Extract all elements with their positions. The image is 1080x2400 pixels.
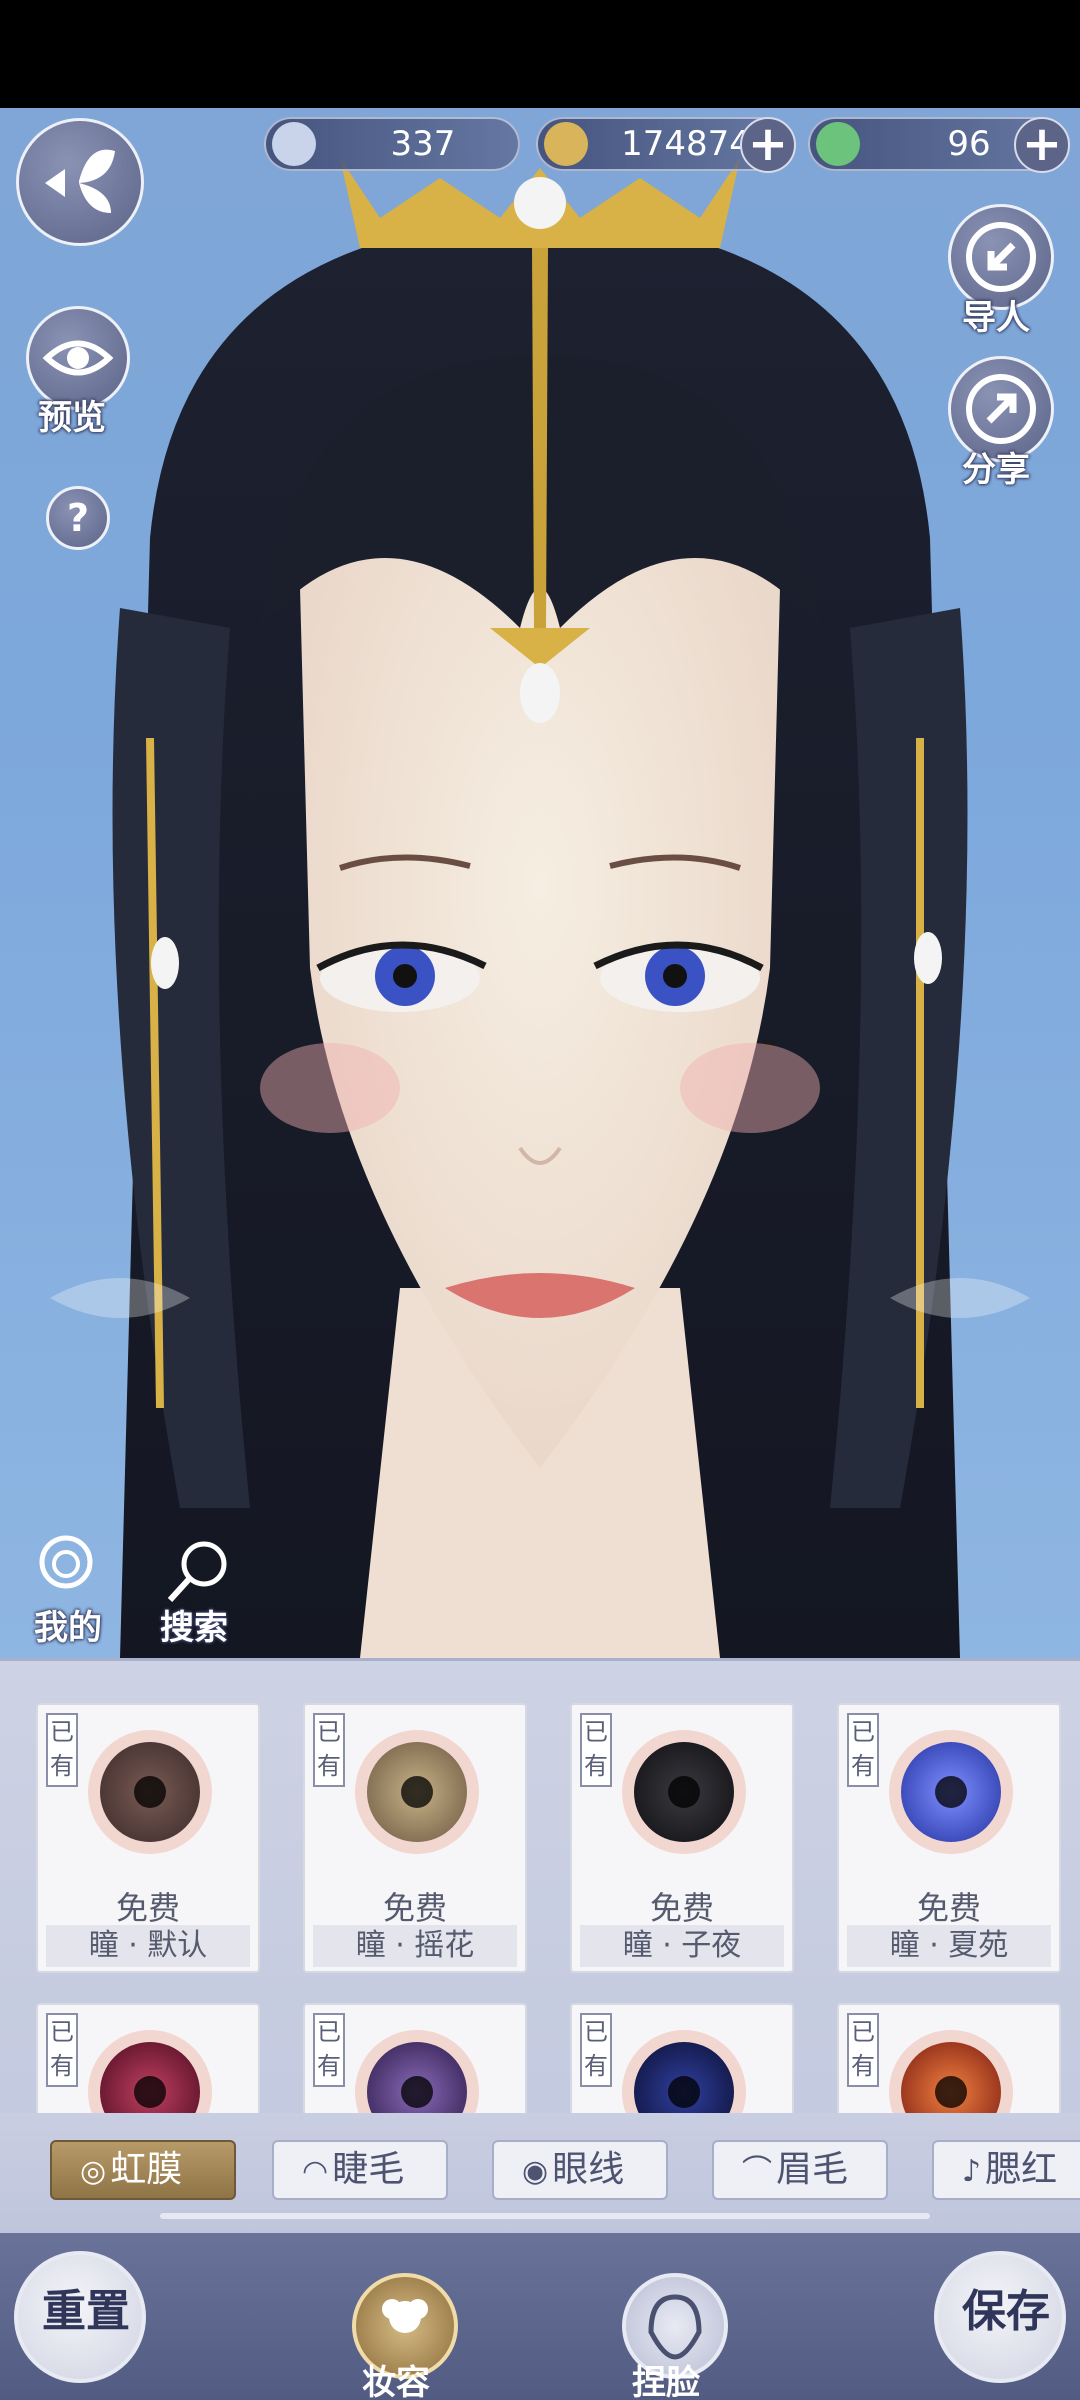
save-label: 保存	[962, 2286, 1050, 2337]
add-jade-button[interactable]: +	[1014, 117, 1070, 173]
owned-tag: 已有	[847, 2013, 879, 2087]
item-name: 瞳 · 默认	[46, 1925, 250, 1967]
item-price: 免费	[916, 1889, 981, 1927]
bottom-bar: 重置 妆容 捏脸 保存	[0, 2233, 1080, 2400]
butterfly-back-icon	[45, 149, 115, 213]
eyebrow-icon: ⌒	[742, 2154, 772, 2189]
item-card[interactable]: 已有 免费 瞳 · 子夜	[570, 1703, 794, 1973]
item-price: 免费	[649, 1889, 714, 1927]
item-card[interactable]: 已有 免费 瞳 · 摇花	[303, 1703, 527, 1973]
silver-coin-icon	[272, 122, 316, 166]
jade-token-icon	[816, 122, 860, 166]
item-name: 瞳 · 子夜	[580, 1925, 784, 1967]
item-card[interactable]: 已有	[36, 2003, 260, 2154]
item-price: 免费	[115, 1889, 180, 1927]
owned-tag: 已有	[46, 2013, 78, 2087]
owned-tag: 已有	[313, 2013, 345, 2087]
character-portrait	[50, 158, 1030, 1658]
eyelash-icon: ◠	[302, 2154, 329, 2189]
item-price: 免费	[382, 1889, 447, 1927]
avatar-icon	[39, 1535, 93, 1589]
owned-tag: 已有	[313, 1713, 345, 1787]
tabs-scrollbar[interactable]	[160, 2213, 930, 2219]
character-scene[interactable]	[0, 108, 1080, 1658]
preview-label: 预览	[38, 398, 106, 438]
item-card[interactable]: 已有 免费 瞳 · 默认	[36, 1703, 260, 1973]
tab-iris[interactable]: ◎ 虹膜	[50, 2140, 236, 2200]
search-icon	[167, 1541, 227, 1603]
share-label: 分享	[962, 450, 1030, 490]
my-presets-label: 我的	[34, 1608, 102, 1648]
iris-icon: ◎	[80, 2154, 107, 2189]
silver-value: 337	[390, 124, 456, 164]
my-presets-button[interactable]	[34, 1532, 98, 1596]
item-card[interactable]: 已有	[303, 2003, 527, 2154]
makeup-label: 妆容	[362, 2363, 430, 2400]
reset-label: 重置	[42, 2286, 130, 2337]
copper-coin-icon	[544, 122, 588, 166]
add-copper-button[interactable]: +	[740, 117, 796, 173]
eyeliner-icon: ◉	[522, 2154, 549, 2189]
item-card[interactable]: 已有	[570, 2003, 794, 2154]
iris-preview	[889, 1730, 1013, 1854]
iris-preview	[88, 1730, 212, 1854]
item-name: 瞳 · 摇花	[313, 1925, 517, 1967]
owned-tag: 已有	[46, 1713, 78, 1787]
tab-blush[interactable]: ♪ 腮红	[932, 2140, 1080, 2200]
category-tabs: ◎ 虹膜 ◠ 睫毛 ◉ 眼线 ⌒ 眉毛 ♪ 腮红	[0, 2113, 1080, 2233]
item-card[interactable]: 已有	[837, 2003, 1061, 2154]
search-button[interactable]	[162, 1536, 232, 1606]
item-card[interactable]: 已有 免费 瞳 · 夏苑	[837, 1703, 1061, 1973]
iris-preview	[622, 1730, 746, 1854]
import-label: 导人	[962, 298, 1030, 338]
search-label: 搜索	[160, 1608, 228, 1648]
owned-tag: 已有	[580, 1713, 612, 1787]
tab-eyeliner[interactable]: ◉ 眼线	[492, 2140, 668, 2200]
tab-eyelash[interactable]: ◠ 睫毛	[272, 2140, 448, 2200]
owned-tag: 已有	[580, 2013, 612, 2087]
back-button[interactable]	[16, 118, 144, 246]
status-bar	[0, 0, 1080, 108]
silver-currency: 337	[264, 117, 520, 171]
blush-icon: ♪	[962, 2154, 982, 2189]
owned-tag: 已有	[847, 1713, 879, 1787]
item-name: 瞳 · 夏苑	[847, 1925, 1051, 1967]
iris-preview	[355, 1730, 479, 1854]
face-sculpt-label: 捏脸	[632, 2363, 700, 2400]
iris-item-grid: 已有 免费 瞳 · 默认 已有 免费 瞳 · 摇花 已有 免费 瞳 · 子夜 已…	[0, 1658, 1080, 2154]
tab-eyebrow[interactable]: ⌒ 眉毛	[712, 2140, 888, 2200]
help-button[interactable]: ?	[46, 486, 110, 550]
